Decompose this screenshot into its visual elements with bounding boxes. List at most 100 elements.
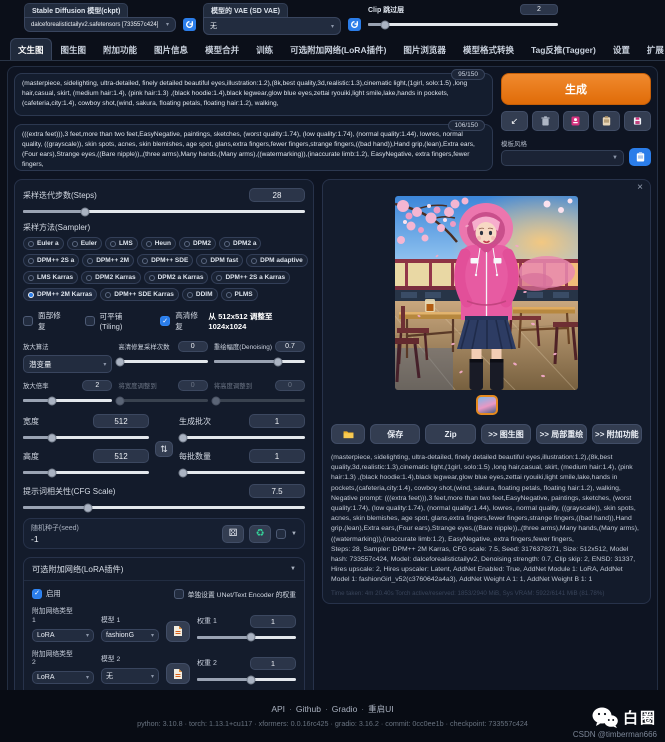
width-value[interactable]: 512 xyxy=(93,414,149,428)
hires-steps-value[interactable]: 0 xyxy=(178,341,208,352)
slider-knob[interactable] xyxy=(178,468,187,477)
upscale-by-slider[interactable] xyxy=(23,395,112,405)
sampler-option[interactable]: DPM++ 2M xyxy=(82,254,134,267)
open-folder-button[interactable] xyxy=(331,424,365,444)
face-restore-checkbox[interactable] xyxy=(23,316,33,326)
sampler-option[interactable]: Euler a xyxy=(23,237,64,250)
github-link[interactable]: Github xyxy=(296,704,332,714)
tab-extras[interactable]: 附加功能 xyxy=(95,38,145,60)
gallery-thumbnail[interactable] xyxy=(476,395,498,415)
save-style-button[interactable] xyxy=(624,111,651,131)
cfg-slider[interactable] xyxy=(23,502,305,512)
sampler-option[interactable]: Heun xyxy=(141,237,176,250)
sampler-option[interactable]: PLMS xyxy=(221,288,258,301)
clip-skip-value[interactable]: 2 xyxy=(520,4,558,15)
sampler-option[interactable]: Euler xyxy=(67,237,102,250)
slider-knob[interactable] xyxy=(381,20,390,29)
sampler-option[interactable]: DDIM xyxy=(182,288,218,301)
height-slider[interactable] xyxy=(23,467,149,477)
steps-value[interactable]: 28 xyxy=(249,188,305,202)
tab-train[interactable]: 训练 xyxy=(248,38,281,60)
weight-value[interactable]: 1 xyxy=(250,657,296,670)
style-paste-button[interactable] xyxy=(593,111,620,131)
seed-input[interactable]: 随机种子(seed) -1 xyxy=(31,523,217,544)
save-button[interactable]: 保存 xyxy=(370,424,420,444)
sampler-option[interactable]: DPM++ SDE xyxy=(137,254,193,267)
slider-knob[interactable] xyxy=(116,357,125,366)
network-model-select[interactable]: 无▾ xyxy=(101,668,159,684)
batch-size-value[interactable]: 1 xyxy=(249,449,305,463)
zip-button[interactable]: Zip xyxy=(425,424,475,444)
extra-seed-checkbox[interactable] xyxy=(276,529,286,539)
refresh-checkpoint-button[interactable] xyxy=(183,18,196,31)
style-dropdown[interactable]: ▼ xyxy=(501,150,624,166)
model-metadata-button[interactable] xyxy=(166,621,190,642)
hires-steps-slider[interactable] xyxy=(118,356,207,366)
slider-knob[interactable] xyxy=(273,357,282,366)
clear-prompt-button[interactable] xyxy=(532,111,559,131)
batch-count-value[interactable]: 1 xyxy=(249,414,305,428)
apply-style-button[interactable] xyxy=(629,148,651,166)
sampler-option[interactable]: DPM adaptive xyxy=(246,254,308,267)
weight-slider[interactable] xyxy=(197,632,296,642)
sampler-option[interactable]: LMS Karras xyxy=(23,271,78,284)
paste-params-button[interactable]: ↙ xyxy=(501,111,528,131)
addnet-enable-checkbox[interactable]: ✓ xyxy=(32,589,42,599)
tab-png-info[interactable]: 图片信息 xyxy=(146,38,196,60)
tab-model-converter[interactable]: 模型格式转换 xyxy=(455,38,522,60)
swap-dimensions-button[interactable]: ⇅ xyxy=(155,441,173,457)
width-slider[interactable] xyxy=(23,432,149,442)
tab-tagger[interactable]: Tag反推(Tagger) xyxy=(523,38,604,60)
additional-networks-header[interactable]: 可选附加网络(LoRA插件) ▼ xyxy=(24,558,304,581)
sampler-option[interactable]: DPM2 xyxy=(179,237,216,250)
slider-knob[interactable] xyxy=(47,433,56,442)
slider-knob[interactable] xyxy=(247,633,256,642)
sampler-option[interactable]: DPM2 Karras xyxy=(81,271,140,284)
weight-value[interactable]: 1 xyxy=(250,615,296,628)
checkpoint-select[interactable]: dalceforealistictailyv2.safetensors [733… xyxy=(24,17,176,32)
denoising-slider[interactable] xyxy=(214,356,305,366)
random-seed-button[interactable]: ⚄ xyxy=(222,525,244,543)
tab-settings[interactable]: 设置 xyxy=(605,38,638,60)
tab-image-browser[interactable]: 图片浏览器 xyxy=(395,38,454,60)
slider-knob[interactable] xyxy=(178,433,187,442)
tab-txt2img[interactable]: 文生图 xyxy=(10,38,52,60)
sampler-option[interactable]: LMS xyxy=(105,237,138,250)
sampler-option[interactable]: DPM2 a Karras xyxy=(144,271,209,284)
tab-additional-networks[interactable]: 可选附加网络(LoRA插件) xyxy=(282,38,394,60)
reuse-seed-button[interactable]: ♻ xyxy=(249,525,271,543)
reload-ui-link[interactable]: 重启UI xyxy=(368,704,394,714)
network-type-select[interactable]: LoRA▾ xyxy=(32,629,94,642)
slider-knob[interactable] xyxy=(247,675,256,684)
height-value[interactable]: 512 xyxy=(93,449,149,463)
hires-fix-checkbox[interactable]: ✓ xyxy=(160,316,170,326)
network-model-select[interactable]: fashionG▾ xyxy=(101,629,159,642)
tab-checkpoint-merger[interactable]: 模型合并 xyxy=(197,38,247,60)
sampler-option[interactable]: DPM++ 2S a Karras xyxy=(211,271,290,284)
seed-expand-icon[interactable]: ▼ xyxy=(291,531,297,537)
negative-prompt-input[interactable]: (((extra feet))),3 feet,more than two fe… xyxy=(14,124,493,171)
refresh-vae-button[interactable] xyxy=(348,18,361,31)
tiling-checkbox[interactable] xyxy=(85,316,95,326)
addnet-separate-weights-checkbox[interactable] xyxy=(174,589,184,599)
prompt-input[interactable]: (masterpiece, sidelighting, ultra-detail… xyxy=(14,73,493,116)
tab-extensions[interactable]: 扩展 xyxy=(639,38,665,60)
batch-count-slider[interactable] xyxy=(179,432,305,442)
extra-networks-button[interactable] xyxy=(563,111,590,131)
vae-select[interactable]: 无 ▾ xyxy=(203,17,341,35)
slider-knob[interactable] xyxy=(48,396,57,405)
tab-img2img[interactable]: 图生图 xyxy=(53,38,95,60)
send-to-extras-button[interactable]: >> 附加功能 xyxy=(592,424,642,444)
upscaler-select[interactable]: 潜变量▾ xyxy=(23,355,112,373)
upscale-by-value[interactable]: 2 xyxy=(82,380,112,391)
denoising-value[interactable]: 0.7 xyxy=(275,341,305,352)
generate-button[interactable]: 生成 xyxy=(501,73,651,105)
steps-slider[interactable] xyxy=(23,206,305,216)
sampler-option-selected[interactable]: DPM++ 2M Karras xyxy=(23,288,97,301)
sampler-option[interactable]: DPM++ SDE Karras xyxy=(100,288,179,301)
sampler-option[interactable]: DPM2 a xyxy=(219,237,261,250)
gradio-link[interactable]: Gradio xyxy=(332,704,368,714)
slider-knob[interactable] xyxy=(83,503,92,512)
model-metadata-button[interactable] xyxy=(166,663,190,684)
slider-knob[interactable] xyxy=(81,207,90,216)
